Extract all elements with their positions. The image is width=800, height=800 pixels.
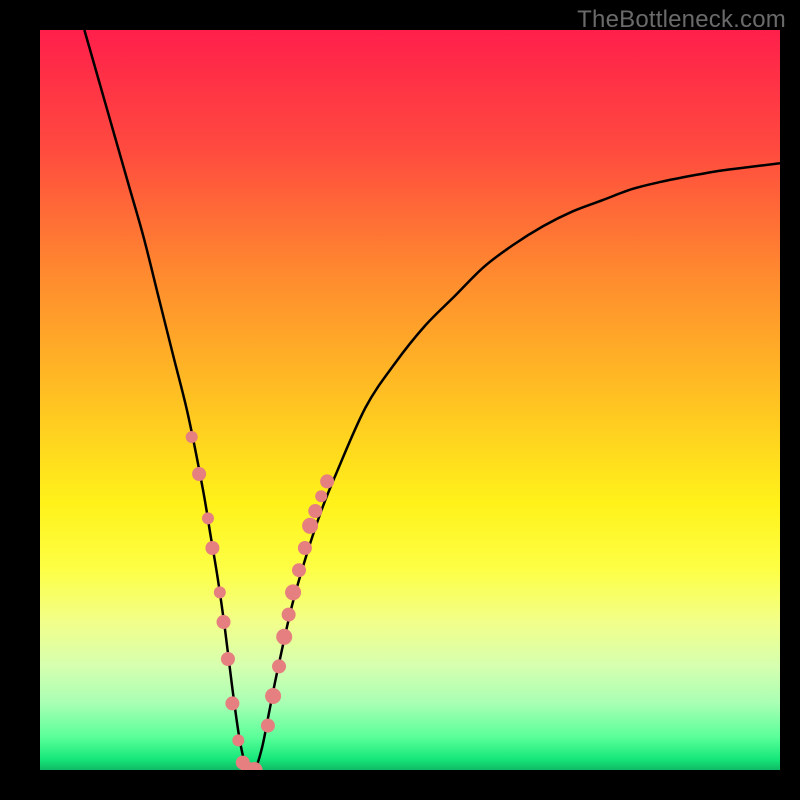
data-dot xyxy=(298,541,312,555)
data-dot xyxy=(221,652,235,666)
data-dot xyxy=(276,629,292,645)
data-dot xyxy=(186,431,198,443)
data-dot xyxy=(217,615,231,629)
data-dot xyxy=(315,490,327,502)
chart-frame: TheBottleneck.com xyxy=(0,0,800,800)
gradient-background xyxy=(40,30,780,770)
chart-svg xyxy=(40,30,780,770)
data-dot xyxy=(265,688,281,704)
data-dot xyxy=(232,734,244,746)
data-dot xyxy=(282,608,296,622)
data-dot xyxy=(320,474,334,488)
data-dot xyxy=(225,696,239,710)
data-dot xyxy=(192,467,206,481)
plot-area xyxy=(40,30,780,770)
data-dot xyxy=(292,563,306,577)
data-dot xyxy=(272,659,286,673)
data-dot xyxy=(302,518,318,534)
data-dot xyxy=(261,719,275,733)
data-dot xyxy=(285,584,301,600)
data-dot xyxy=(205,541,219,555)
data-dot xyxy=(202,512,214,524)
data-dot xyxy=(214,586,226,598)
data-dot xyxy=(308,504,322,518)
